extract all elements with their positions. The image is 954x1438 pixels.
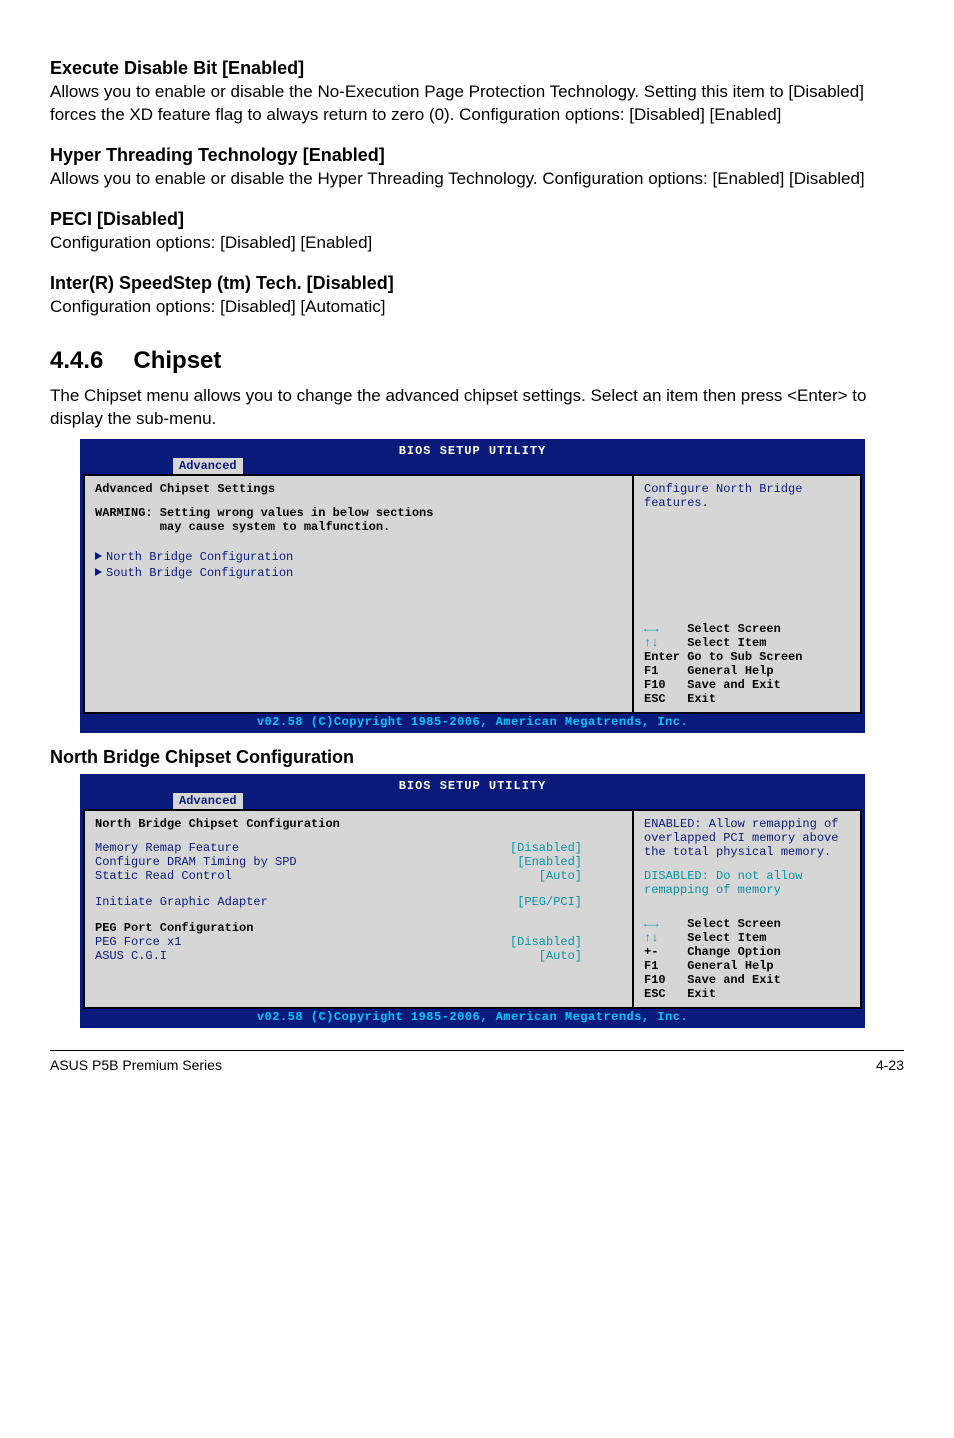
triangle-icon <box>95 568 102 576</box>
arrows-ud-icon: ↑↓ <box>644 636 658 650</box>
bios-tab-row: Advanced <box>83 793 862 809</box>
page-footer: ASUS P5B Premium Series 4-23 <box>50 1057 904 1073</box>
bios-tab-advanced[interactable]: Advanced <box>173 458 243 474</box>
heading-chipset: 4.4.6 Chipset <box>50 347 904 375</box>
bios-pane-title: North Bridge Chipset Configuration <box>95 817 622 831</box>
section-title: Chipset <box>133 347 221 374</box>
bios-left-pane: Advanced Chipset Settings WARMING: Setti… <box>83 474 632 714</box>
bios-row-peg-force[interactable]: PEG Force x1[Disabled] <box>95 935 622 949</box>
bios-panel-advanced-chipset: BIOS SETUP UTILITY Advanced Advanced Chi… <box>80 439 865 733</box>
arrows-lr-icon: ←→ <box>644 622 658 636</box>
arrows-ud-icon: ↑↓ <box>644 931 658 945</box>
desc-peci: Configuration options: [Disabled] [Enabl… <box>50 232 904 255</box>
bios-warning: WARMING: Setting wrong values in below s… <box>95 506 622 534</box>
bios-footer: v02.58 (C)Copyright 1985-2006, American … <box>83 1009 862 1025</box>
heading-speedstep: Inter(R) SpeedStep (tm) Tech. [Disabled] <box>50 273 904 294</box>
bios-help-text: ENABLED: Allow remapping of overlapped P… <box>644 817 850 897</box>
bios-link-north-bridge[interactable]: North Bridge Configuration <box>95 550 622 564</box>
bios-link-south-bridge[interactable]: South Bridge Configuration <box>95 566 622 580</box>
bios-tab-advanced[interactable]: Advanced <box>173 793 243 809</box>
bios-pane-title: Advanced Chipset Settings <box>95 482 622 496</box>
bios-left-pane: North Bridge Chipset Configuration Memor… <box>83 809 632 1009</box>
footer-rule <box>50 1050 904 1051</box>
heading-hyper-threading: Hyper Threading Technology [Enabled] <box>50 145 904 166</box>
desc-chipset: The Chipset menu allows you to change th… <box>50 385 904 431</box>
bios-panel-north-bridge: BIOS SETUP UTILITY Advanced North Bridge… <box>80 774 865 1028</box>
bios-row-graphic-adapter[interactable]: Initiate Graphic Adapter[PEG/PCI] <box>95 895 622 909</box>
section-number: 4.4.6 <box>50 347 103 375</box>
bios-row-static-read[interactable]: Static Read Control[Auto] <box>95 869 622 883</box>
bios-row-asus-cgi[interactable]: ASUS C.G.I[Auto] <box>95 949 622 963</box>
bios-footer: v02.58 (C)Copyright 1985-2006, American … <box>83 714 862 730</box>
heading-execute-disable: Execute Disable Bit [Enabled] <box>50 58 904 79</box>
arrows-lr-icon: ←→ <box>644 917 658 931</box>
bios-row-memory-remap[interactable]: Memory Remap Feature[Disabled] <box>95 841 622 855</box>
footer-right: 4-23 <box>876 1057 904 1073</box>
bios-header: BIOS SETUP UTILITY <box>83 777 862 793</box>
bios-right-pane: ENABLED: Allow remapping of overlapped P… <box>632 809 862 1009</box>
bios-nav-block: ←→ Select Screen ↑↓ Select Item +- Chang… <box>644 917 850 1001</box>
bios-row-dram-timing[interactable]: Configure DRAM Timing by SPD[Enabled] <box>95 855 622 869</box>
bios-right-pane: Configure North Bridge features. ←→ Sele… <box>632 474 862 714</box>
heading-north-bridge-config: North Bridge Chipset Configuration <box>50 747 904 768</box>
bios-header: BIOS SETUP UTILITY <box>83 442 862 458</box>
desc-execute-disable: Allows you to enable or disable the No-E… <box>50 81 904 127</box>
heading-peci: PECI [Disabled] <box>50 209 904 230</box>
bios-help-text: Configure North Bridge features. <box>644 482 850 510</box>
desc-hyper-threading: Allows you to enable or disable the Hype… <box>50 168 904 191</box>
bios-subhead-peg: PEG Port Configuration <box>95 921 622 935</box>
bios-nav-block: ←→ Select Screen ↑↓ Select Item Enter Go… <box>644 622 850 706</box>
triangle-icon <box>95 552 102 560</box>
desc-speedstep: Configuration options: [Disabled] [Autom… <box>50 296 904 319</box>
bios-tab-row: Advanced <box>83 458 862 474</box>
footer-left: ASUS P5B Premium Series <box>50 1057 222 1073</box>
